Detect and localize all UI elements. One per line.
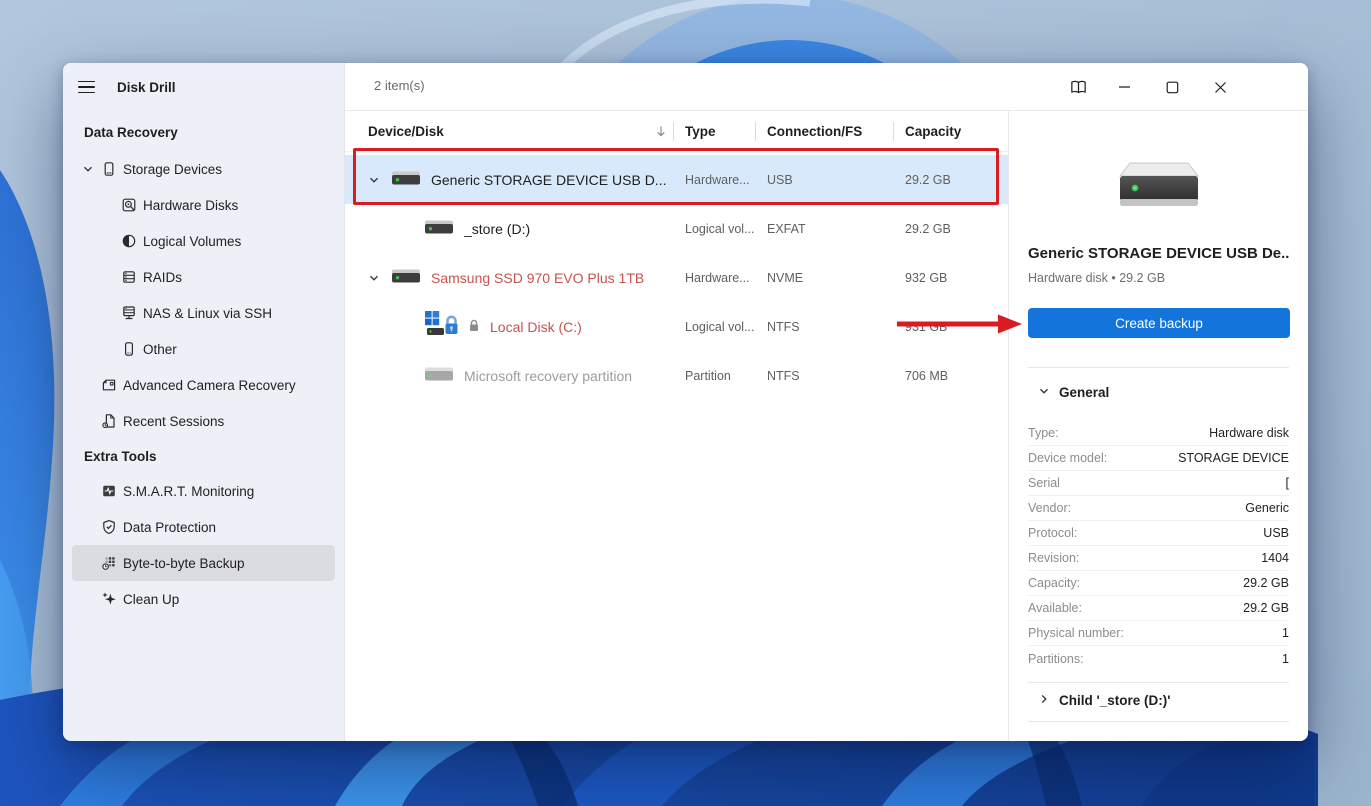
divider (1028, 682, 1289, 683)
lock-icon (468, 319, 480, 335)
disk-drill-window: Disk Drill Data Recovery Storage Devices… (63, 63, 1308, 741)
sidebar-item-hardware-disks[interactable]: Hardware Disks (72, 187, 335, 223)
property-row: Type:Hardware disk (1028, 421, 1289, 446)
sidebar-nav: Data Recovery Storage Devices Hardware D… (63, 111, 344, 617)
hard-drive-icon (424, 366, 454, 385)
smart-monitoring-icon (100, 483, 117, 500)
details-panel: Generic STORAGE DEVICE USB De... Hardwar… (1008, 111, 1308, 741)
drive-illustration-icon (1113, 159, 1205, 216)
maximize-icon[interactable] (1155, 72, 1189, 102)
property-row: Available:29.2 GB (1028, 596, 1289, 621)
sidebar-item-byte-to-byte-backup[interactable]: Byte-to-byte Backup (72, 545, 335, 581)
chevron-down-icon (367, 174, 381, 186)
selected-device-summary: Hardware disk • 29.2 GB (1028, 271, 1289, 285)
table-row-local-disk-c[interactable]: Local Disk (C:) Logical vol... NTFS 931 … (345, 302, 1008, 351)
column-header-capacity[interactable]: Capacity (893, 111, 1008, 151)
raids-icon (120, 269, 137, 286)
general-section-header[interactable]: General (1028, 379, 1289, 405)
sidebar-item-logical-volumes[interactable]: Logical Volumes (72, 223, 335, 259)
hardware-disks-icon (120, 197, 137, 214)
other-devices-icon (120, 341, 137, 358)
sidebar-item-nas-linux-ssh[interactable]: NAS & Linux via SSH (72, 295, 335, 331)
property-row: Partitions:1 (1028, 646, 1289, 671)
nas-ssh-icon (120, 305, 137, 322)
table-row-store-d[interactable]: _store (D:) Logical vol... EXFAT 29.2 GB (345, 204, 1008, 253)
camera-recovery-icon (100, 377, 117, 394)
property-row: Protocol:USB (1028, 521, 1289, 546)
section-header-extra-tools: Extra Tools (63, 439, 344, 473)
byte-backup-icon (100, 555, 117, 572)
table-header: Device/Disk Type Connection/FS Capacity (345, 111, 1008, 152)
hard-drive-icon (391, 268, 421, 287)
sidebar-item-data-protection[interactable]: Data Protection (72, 509, 335, 545)
column-header-device-disk[interactable]: Device/Disk (345, 111, 673, 151)
items-count: 2 item(s) (374, 78, 425, 93)
sidebar: Disk Drill Data Recovery Storage Devices… (63, 63, 345, 741)
chevron-down-icon (367, 272, 381, 284)
column-header-connection-fs[interactable]: Connection/FS (755, 111, 893, 151)
property-row: Revision:1404 (1028, 546, 1289, 571)
sidebar-item-storage-devices[interactable]: Storage Devices (72, 151, 335, 187)
sidebar-item-advanced-camera-recovery[interactable]: Advanced Camera Recovery (72, 367, 335, 403)
clean-up-icon (100, 591, 117, 608)
chevron-down-icon (81, 163, 94, 175)
logical-volumes-icon (120, 233, 137, 250)
create-backup-button[interactable]: Create backup (1028, 308, 1290, 338)
column-header-type[interactable]: Type (673, 111, 755, 151)
recent-sessions-icon (100, 413, 117, 430)
sidebar-item-smart-monitoring[interactable]: S.M.A.R.T. Monitoring (72, 473, 335, 509)
close-icon[interactable] (1203, 72, 1237, 102)
property-row: Capacity:29.2 GB (1028, 571, 1289, 596)
selected-device-name: Generic STORAGE DEVICE USB De... (1028, 245, 1289, 262)
table-row-generic-usb-device[interactable]: Generic STORAGE DEVICE USB D... Hardware… (345, 155, 1008, 204)
general-properties: Type:Hardware disk Device model:STORAGE … (1028, 421, 1289, 671)
app-title: Disk Drill (117, 80, 176, 95)
sidebar-item-other[interactable]: Other (72, 331, 335, 367)
table-body: Generic STORAGE DEVICE USB D... Hardware… (345, 152, 1008, 400)
chevron-down-icon (1038, 385, 1050, 400)
open-book-icon[interactable] (1061, 72, 1095, 102)
property-row: Vendor:Generic (1028, 496, 1289, 521)
property-row: Physical number:1 (1028, 621, 1289, 646)
data-protection-icon (100, 519, 117, 536)
storage-devices-icon (100, 161, 117, 178)
sidebar-item-recent-sessions[interactable]: Recent Sessions (72, 403, 335, 439)
table-row-samsung-ssd[interactable]: Samsung SSD 970 EVO Plus 1TB Hardware...… (345, 253, 1008, 302)
sidebar-item-raids[interactable]: RAIDs (72, 259, 335, 295)
section-header-data-recovery: Data Recovery (63, 113, 344, 151)
sort-descending-icon (655, 125, 667, 138)
sidebar-header: Disk Drill (63, 63, 344, 111)
sidebar-item-clean-up[interactable]: Clean Up (72, 581, 335, 617)
device-table: Device/Disk Type Connection/FS Capacity … (345, 111, 1008, 741)
minimize-icon[interactable] (1107, 72, 1141, 102)
hard-drive-icon (424, 219, 454, 238)
chevron-right-icon (1038, 693, 1050, 708)
windows-bitlocker-drive-icon (424, 310, 458, 343)
divider (1028, 721, 1289, 722)
table-row-ms-recovery-partition[interactable]: Microsoft recovery partition Partition N… (345, 351, 1008, 400)
menu-icon[interactable] (78, 75, 102, 99)
hard-drive-icon (391, 170, 421, 189)
property-row: Serial[ (1028, 471, 1289, 496)
divider (1028, 367, 1289, 368)
child-section-header[interactable]: Child '_store (D:)' (1028, 687, 1289, 713)
property-row: Device model:STORAGE DEVICE (1028, 446, 1289, 471)
